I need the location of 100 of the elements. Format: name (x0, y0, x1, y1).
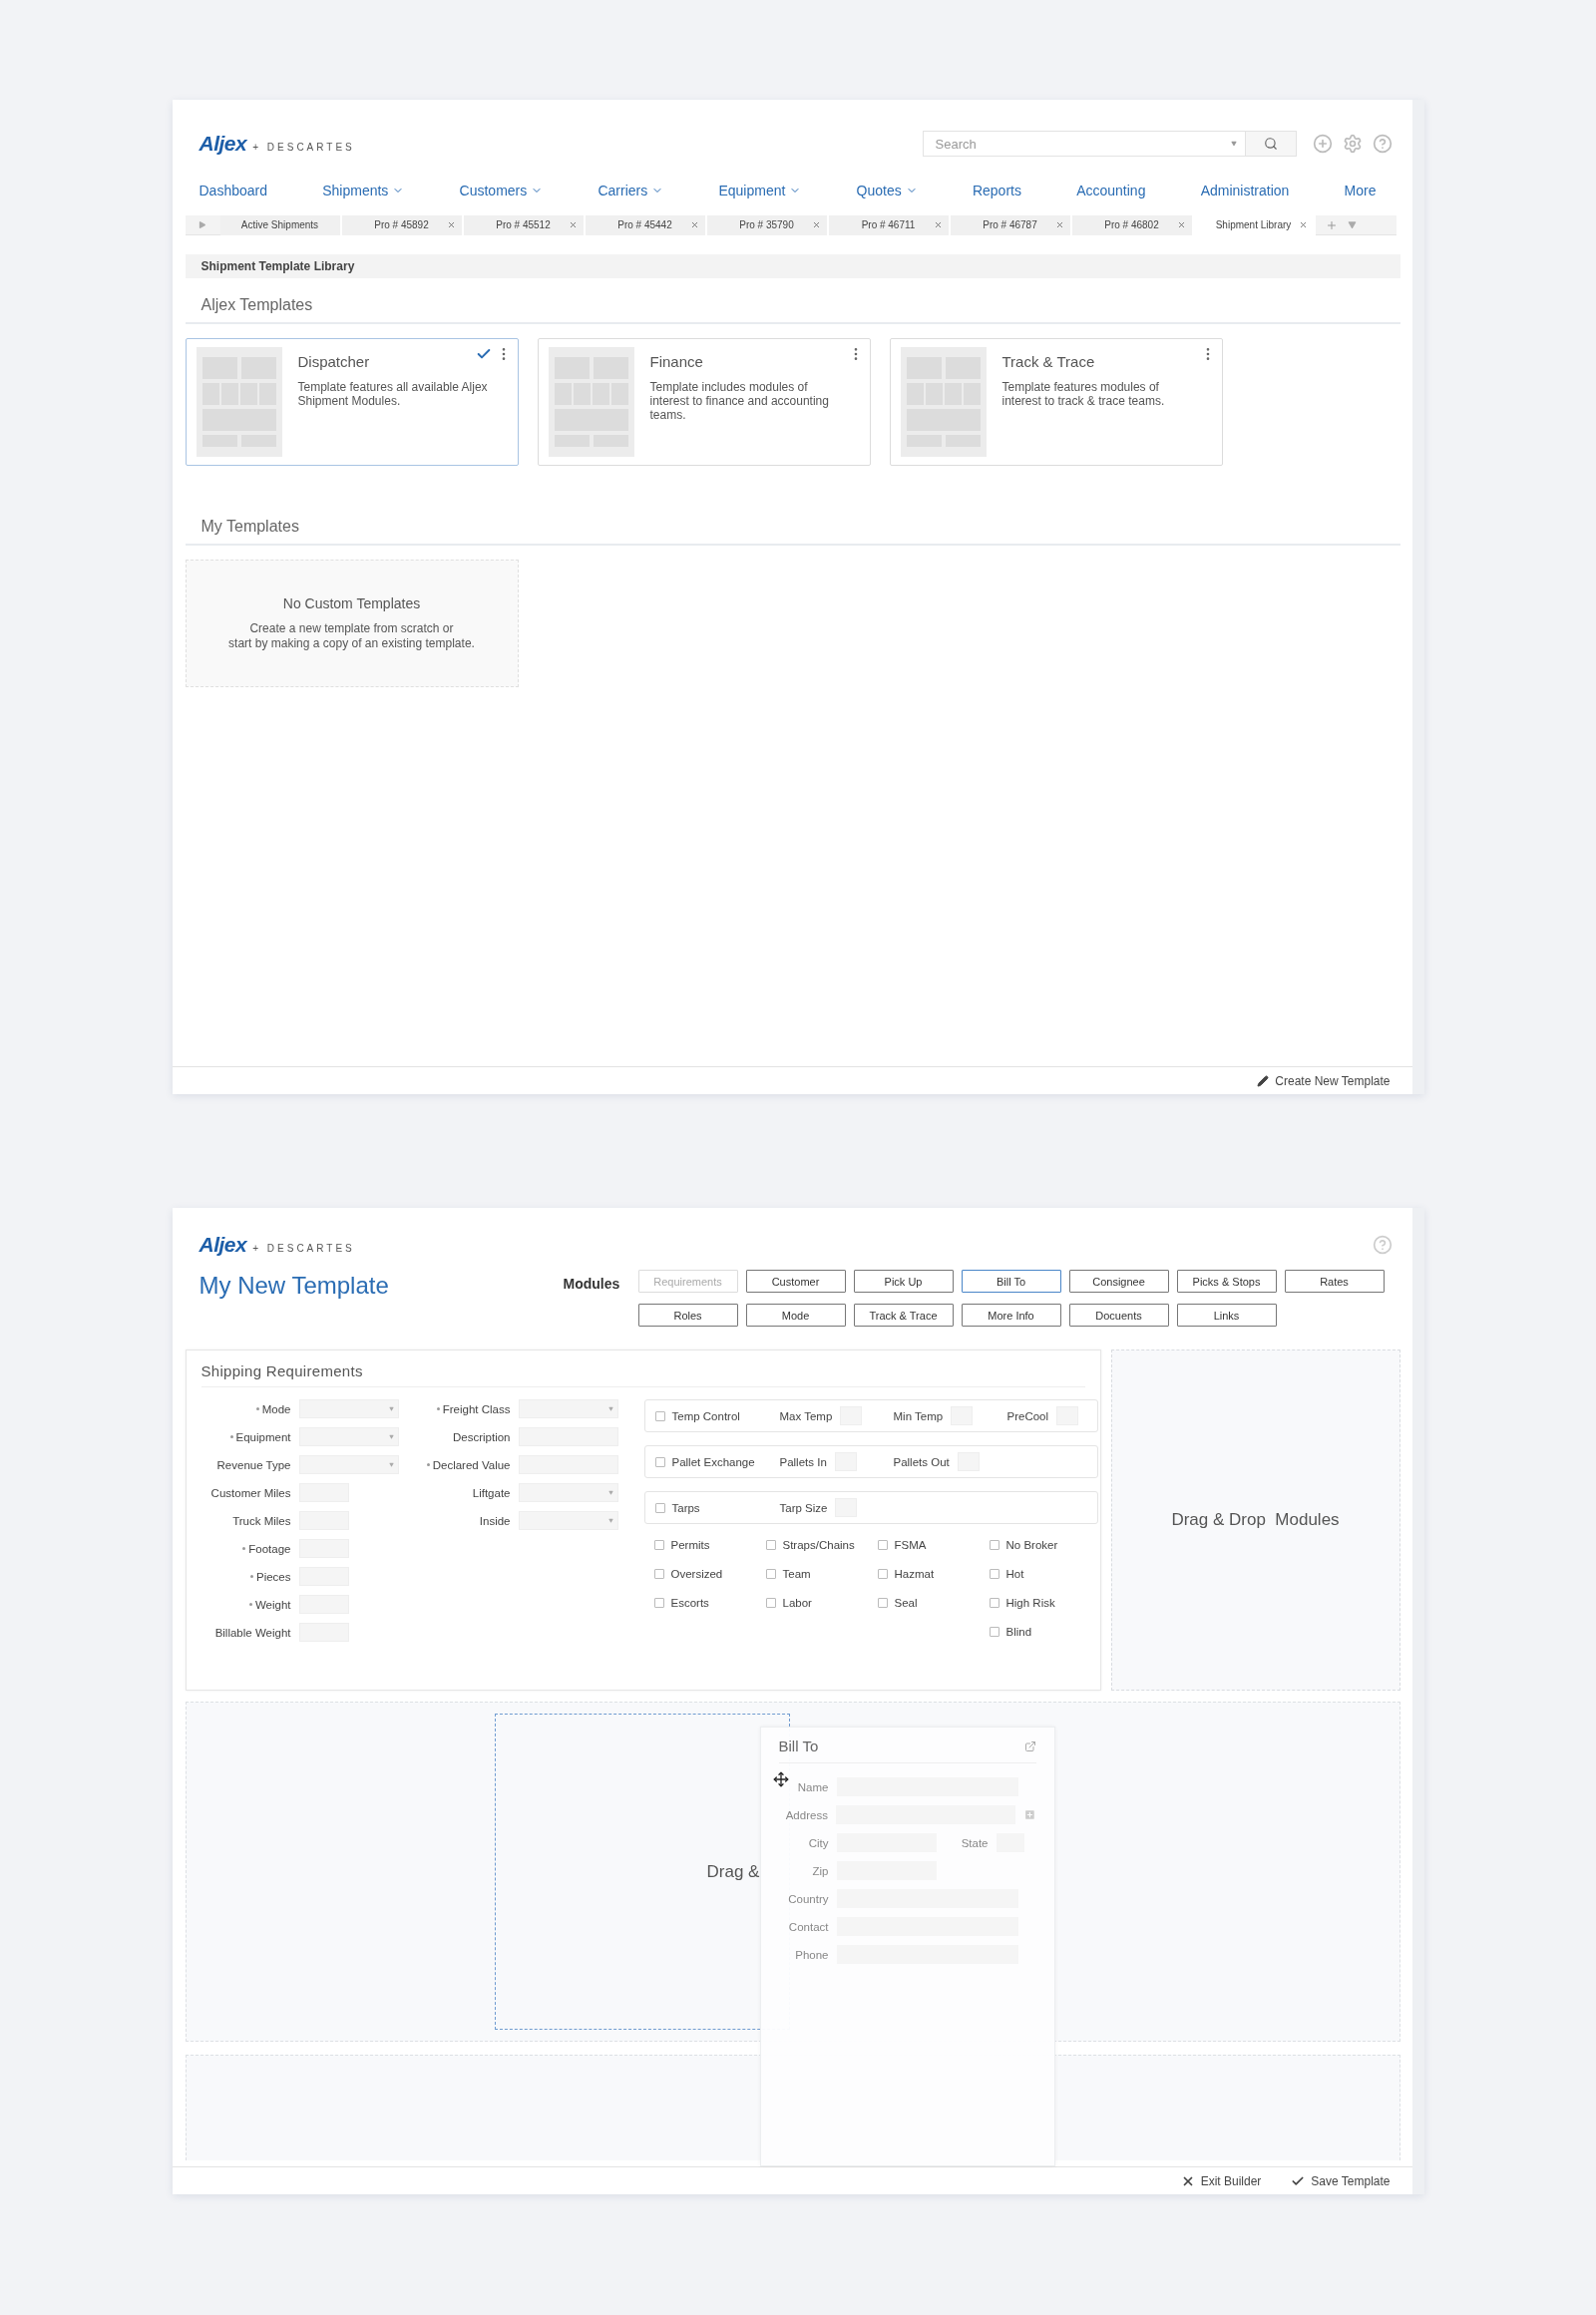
nav-link[interactable]: Dashboard (199, 176, 267, 205)
module-button[interactable]: Customer (745, 1270, 846, 1293)
tab[interactable]: Pro # 46802 (1071, 214, 1194, 235)
module-button[interactable]: Roles (637, 1304, 738, 1327)
select-field[interactable] (298, 1399, 399, 1418)
checkbox[interactable] (653, 1540, 664, 1550)
tab[interactable]: Pro # 45442 (585, 214, 707, 235)
field-label: Description (451, 1430, 511, 1443)
add-tab-icon[interactable] (1325, 218, 1338, 231)
nav-link[interactable]: Reports (972, 176, 1021, 205)
close-icon[interactable] (811, 219, 821, 229)
nav-link[interactable]: Quotes (856, 176, 918, 205)
close-icon[interactable] (1054, 219, 1064, 229)
empty-text: Create a new template from scratch or start by making a copy of an existing template. (228, 621, 475, 651)
close-icon[interactable] (568, 219, 578, 229)
help-icon[interactable] (1372, 1235, 1393, 1255)
help-icon[interactable] (1372, 134, 1393, 154)
tab[interactable]: Pro # 46787 (950, 214, 1072, 235)
nav-link[interactable]: More (1344, 176, 1377, 205)
add-icon[interactable] (1312, 134, 1333, 154)
select-field[interactable] (518, 1399, 618, 1418)
checkbox[interactable] (765, 1598, 776, 1608)
checkbox-label: Pallet Exchange (671, 1455, 755, 1468)
modules-label: Modules (563, 1275, 621, 1292)
settings-icon[interactable] (1342, 134, 1363, 154)
exit-button[interactable]: Exit Builder (1180, 2173, 1262, 2188)
field-label: Freight Class (420, 1402, 511, 1415)
module-button[interactable]: Picks & Stops (1176, 1270, 1277, 1293)
external-link-icon[interactable] (1023, 1739, 1036, 1752)
close-icon[interactable] (1176, 219, 1186, 229)
tab[interactable]: Pro # 35790 (706, 214, 829, 235)
tab[interactable]: Pro # 45512 (463, 214, 586, 235)
dropdown-triangle-icon[interactable] (1347, 220, 1357, 229)
checkbox[interactable] (765, 1569, 776, 1579)
select-field[interactable] (298, 1455, 399, 1474)
checkbox-label: Oversized (670, 1568, 723, 1580)
checkbox[interactable] (989, 1569, 999, 1579)
module-button[interactable]: Docuents (1068, 1304, 1169, 1327)
section-title: Aljex Templates (200, 296, 313, 313)
close-icon[interactable] (933, 219, 943, 229)
module-button[interactable]: Track & Trace (853, 1304, 954, 1327)
module-button[interactable]: Pick Up (853, 1270, 954, 1293)
checkbox[interactable] (989, 1627, 999, 1637)
checkbox-label: Team (782, 1568, 811, 1580)
caret-icon (388, 1462, 394, 1467)
template-card[interactable]: Finance Template includes modules of interest to finance and accounting teams. (537, 338, 871, 466)
select-field[interactable] (298, 1427, 399, 1446)
checkbox[interactable] (654, 1410, 665, 1421)
field-label: Inside (478, 1514, 511, 1527)
field-label: Tarp Size (779, 1501, 828, 1514)
close-icon[interactable] (446, 219, 456, 229)
checkbox[interactable] (989, 1598, 999, 1608)
select-field[interactable] (518, 1483, 618, 1502)
checkbox[interactable] (877, 1598, 888, 1608)
section-title: My Templates (200, 518, 299, 535)
save-button[interactable]: Save Template (1291, 2173, 1391, 2188)
module-button[interactable]: Consignee (1068, 1270, 1169, 1293)
module-button[interactable]: More Info (961, 1304, 1061, 1327)
checkbox-label: FSMA (894, 1539, 927, 1551)
tab[interactable]: Active Shipments (219, 214, 342, 235)
nav-link[interactable]: Carriers (598, 176, 664, 205)
checkbox[interactable] (877, 1569, 888, 1579)
checkbox[interactable] (989, 1540, 999, 1550)
template-card[interactable]: Dispatcher Template features all available Aljex Shipment Modules. (185, 338, 519, 466)
nav-link[interactable]: Customers (459, 176, 544, 205)
tab[interactable]: Shipment Library (1193, 214, 1316, 235)
move-cursor-icon (772, 1771, 789, 1787)
search-button[interactable] (1244, 131, 1297, 157)
close-icon[interactable] (689, 219, 699, 229)
tab[interactable]: Pro # 45892 (341, 214, 464, 235)
tab[interactable]: Pro # 46711 (828, 214, 951, 235)
checkbox[interactable] (653, 1569, 664, 1579)
nav-link[interactable]: Shipments (322, 176, 405, 205)
caret-icon (1230, 141, 1237, 147)
nav-link[interactable]: Equipment (718, 176, 802, 205)
field-label: PreCool (1006, 1409, 1049, 1422)
checkbox[interactable] (653, 1598, 664, 1608)
search-field[interactable]: Search (922, 131, 1245, 157)
field-label: Liftgate (471, 1486, 511, 1499)
field-label: Max Temp (779, 1409, 833, 1422)
select-field[interactable] (518, 1511, 618, 1530)
field-label: Billable Weight (213, 1626, 291, 1639)
module-button[interactable]: Mode (745, 1304, 846, 1327)
checkbox[interactable] (877, 1540, 888, 1550)
close-icon[interactable] (1298, 219, 1308, 229)
create-template-button[interactable]: Create New Template (1257, 1073, 1391, 1088)
module-button[interactable]: Links (1176, 1304, 1277, 1327)
caret-icon (607, 1518, 613, 1523)
checkbox[interactable] (654, 1502, 665, 1513)
play-icon[interactable] (197, 220, 206, 229)
module-button[interactable]: Rates (1284, 1270, 1385, 1293)
nav-link[interactable]: Administration (1200, 176, 1290, 205)
module-button[interactable]: Bill To (961, 1270, 1061, 1293)
field-label: Mode (200, 1402, 291, 1415)
checkbox-label: Straps/Chains (782, 1539, 855, 1551)
checkbox[interactable] (654, 1456, 665, 1467)
checkbox[interactable] (765, 1540, 776, 1550)
dragged-module-card[interactable]: Bill To Name Address City State Zip Country Contact Phone (759, 1727, 1055, 2166)
template-card[interactable]: Track & Trace Template features modules of interest to track & trace teams. (889, 338, 1223, 466)
nav-link[interactable]: Accounting (1076, 176, 1146, 205)
